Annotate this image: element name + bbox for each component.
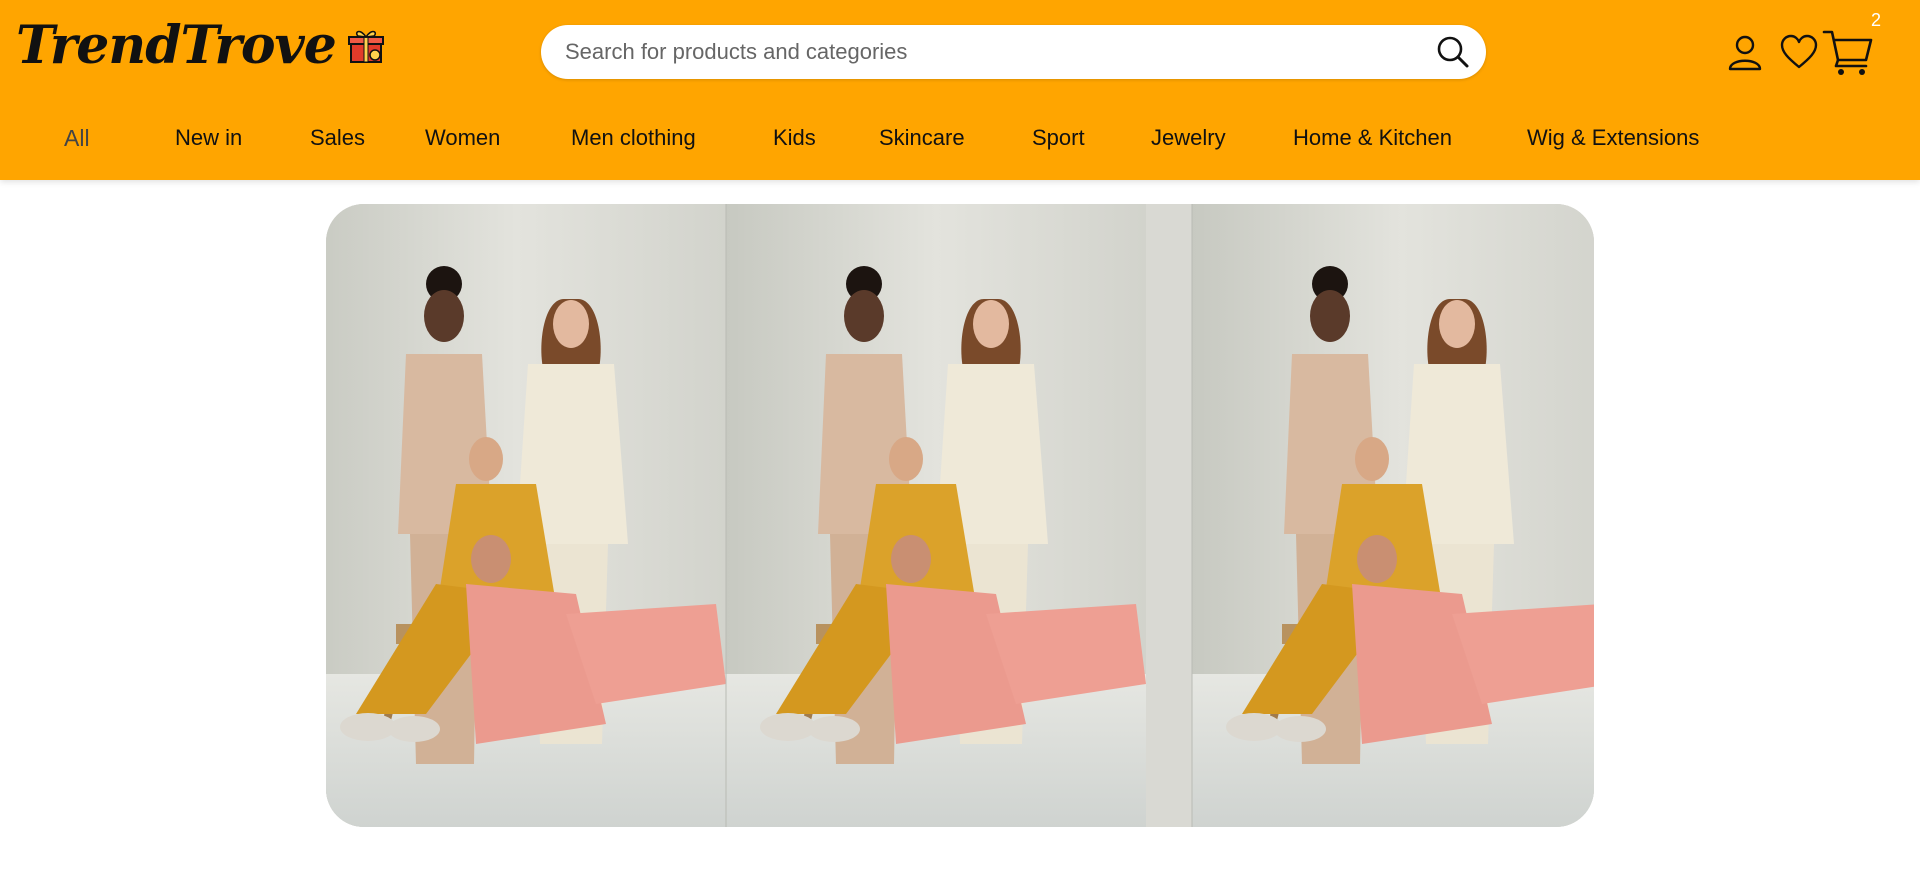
hero-banner[interactable] (326, 204, 1594, 827)
nav-item-all[interactable]: All (64, 118, 90, 158)
cart-icon[interactable] (1822, 28, 1874, 76)
search-input[interactable] (563, 38, 1436, 66)
cart-count-badge: 2 (1871, 10, 1882, 30)
user-icon[interactable] (1725, 32, 1765, 72)
nav-item-wig-extensions[interactable]: Wig & Extensions (1527, 118, 1699, 158)
hero-banner-image (326, 204, 1594, 827)
heart-icon[interactable] (1780, 34, 1818, 70)
nav-item-kids[interactable]: Kids (773, 118, 816, 158)
search-icon[interactable] (1436, 35, 1470, 69)
gift-icon (347, 30, 384, 63)
nav-item-sport[interactable]: Sport (1032, 118, 1085, 158)
banner-panel-left (326, 204, 726, 827)
nav-item-men-clothing[interactable]: Men clothing (571, 118, 696, 158)
nav-item-home-kitchen[interactable]: Home & Kitchen (1293, 118, 1452, 158)
nav-item-sales[interactable]: Sales (310, 118, 365, 158)
banner-panel-center (726, 204, 1146, 827)
site-header: TrendTrove 2 All New in Sales (0, 0, 1920, 180)
nav-item-new-in[interactable]: New in (175, 118, 242, 158)
nav-item-skincare[interactable]: Skincare (879, 118, 965, 158)
brand-name: TrendTrove (16, 15, 337, 76)
search-bar[interactable] (541, 25, 1486, 79)
brand-logo[interactable]: TrendTrove (16, 14, 386, 78)
banner-panel-right (1192, 204, 1594, 827)
nav-item-women[interactable]: Women (425, 118, 500, 158)
nav-item-jewelry[interactable]: Jewelry (1151, 118, 1226, 158)
category-nav: All New in Sales Women Men clothing Kids… (0, 118, 1920, 158)
